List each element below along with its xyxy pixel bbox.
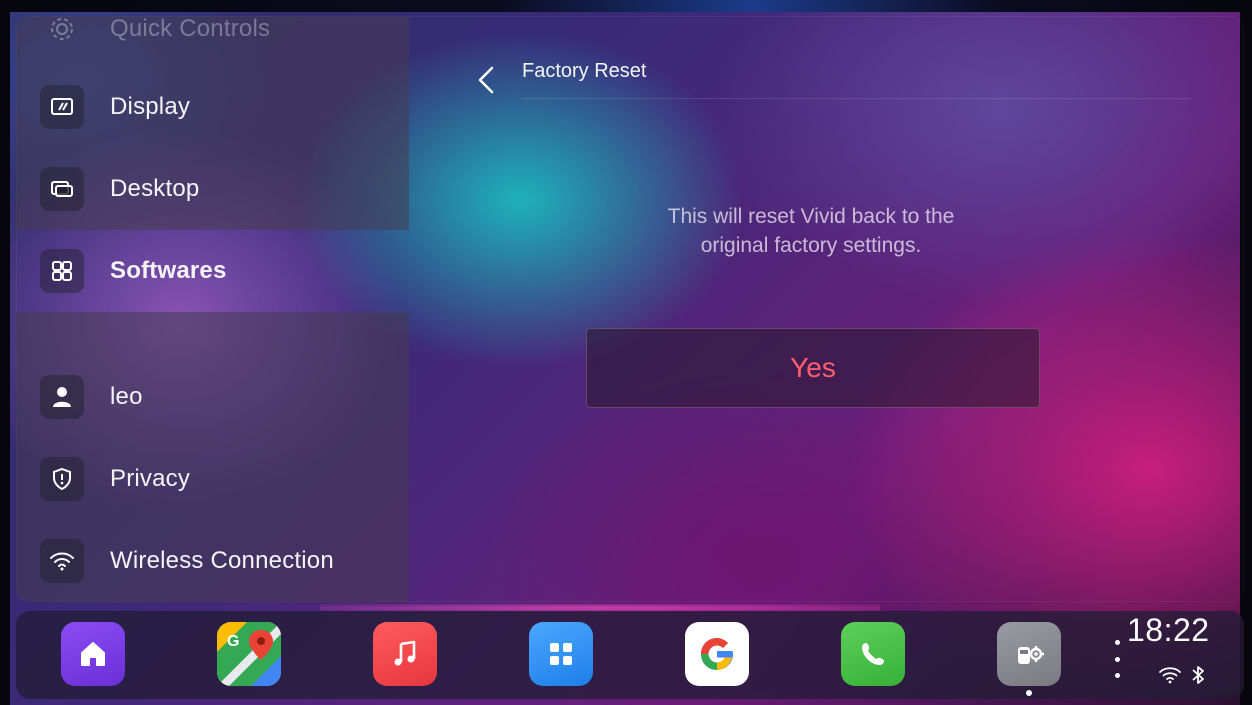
user-icon: [40, 375, 84, 419]
sidebar-item-label: Quick Controls: [110, 16, 271, 42]
sidebar-item-label: Softwares: [110, 257, 227, 284]
dock-menu-dot: [1115, 673, 1120, 678]
top-bezel: [0, 0, 1252, 12]
sidebar-item-label: Desktop: [110, 175, 200, 202]
settings-panel: Quick Controls Display Desktop Softwares: [16, 16, 1244, 602]
sidebar-item-label: Privacy: [110, 465, 191, 492]
chevron-left-icon: [478, 66, 494, 94]
dock-menu-dot: [1115, 640, 1120, 645]
car-settings-app-icon[interactable]: [997, 622, 1061, 686]
home-app-icon[interactable]: [61, 622, 125, 686]
status-icons: [1158, 664, 1206, 686]
gear-icon: [40, 16, 84, 51]
dock-menu-dot: [1115, 657, 1120, 662]
sidebar-item-wireless-connection[interactable]: Wireless Connection: [16, 520, 409, 602]
confirm-reset-button[interactable]: Yes: [586, 328, 1040, 408]
shield-icon: [40, 457, 84, 501]
left-bezel: [0, 0, 10, 705]
display-icon: [40, 85, 84, 129]
active-app-indicator: [1026, 690, 1032, 696]
clock: 18:22: [1127, 612, 1210, 648]
reset-description: This will reset Vivid back to the origin…: [576, 202, 1046, 260]
sidebar-item-privacy[interactable]: Privacy: [16, 438, 409, 520]
wifi-status-icon: [1159, 667, 1181, 684]
settings-sidebar: Quick Controls Display Desktop Softwares: [16, 16, 409, 602]
phone-app-icon[interactable]: [841, 622, 905, 686]
page-title: Factory Reset: [522, 60, 647, 82]
desktop-icon: [40, 167, 84, 211]
back-button[interactable]: [468, 60, 508, 100]
bluetooth-icon: [1192, 666, 1204, 684]
sidebar-item-quick-controls[interactable]: Quick Controls: [16, 16, 409, 70]
apps-grid-icon: [40, 249, 84, 293]
app-grid-app-icon[interactable]: [529, 622, 593, 686]
sidebar-item-display[interactable]: Display: [16, 66, 409, 148]
sidebar-item-label: Wireless Connection: [110, 547, 334, 574]
sidebar-item-desktop[interactable]: Desktop: [16, 148, 409, 230]
google-maps-app-icon[interactable]: G: [217, 622, 281, 686]
description-line-2: original factory settings.: [700, 234, 922, 257]
screen-background: Quick Controls Display Desktop Softwares: [0, 0, 1252, 705]
description-line-1: This will reset Vivid back to the: [667, 205, 955, 228]
sidebar-item-softwares[interactable]: Softwares: [16, 230, 409, 312]
svg-text:G: G: [227, 633, 239, 650]
sidebar-item-label: leo: [110, 383, 143, 410]
sidebar-item-label: Display: [110, 93, 191, 120]
title-divider: [522, 98, 1190, 99]
google-app-icon[interactable]: [685, 622, 749, 686]
wifi-icon: [40, 539, 84, 583]
music-app-icon[interactable]: [373, 622, 437, 686]
sidebar-item-account[interactable]: leo: [16, 356, 409, 438]
